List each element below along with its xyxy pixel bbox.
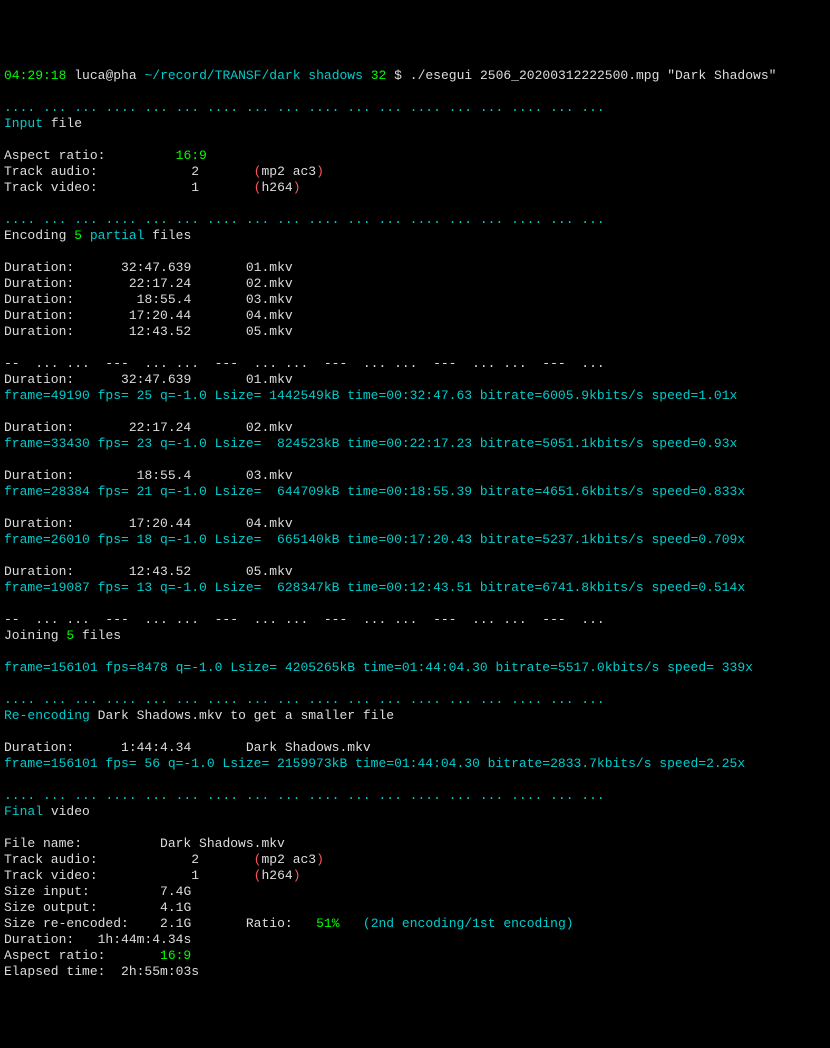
section-encoding: Encoding 5 partial files (4, 228, 191, 243)
section-input: Input file (4, 116, 82, 131)
final-track-audio: Track audio: 2 (mp2 ac3) (4, 852, 324, 867)
ffmpeg-reenc-stat: frame=156101 fps= 56 q=-1.0 Lsize= 21599… (4, 756, 745, 771)
ffmpeg-stat: frame=28384 fps= 21 q=-1.0 Lsize= 644709… (4, 484, 745, 499)
separator-dots: .... ... ... .... ... ... .... ... ... .… (4, 100, 605, 115)
prompt-num: 32 (371, 68, 387, 83)
ffmpeg-stat: frame=19087 fps= 13 q=-1.0 Lsize= 628347… (4, 580, 745, 595)
prompt-cmd: ./esegui 2506_20200312222500.mpg "Dark S… (410, 68, 777, 83)
prompt-dollar: $ (394, 68, 402, 83)
section-reencoding: Re-encoding Dark Shadows.mkv to get a sm… (4, 708, 394, 723)
section-joining: Joining 5 files (4, 628, 121, 643)
dash-separator: -- ... ... --- ... ... --- ... ... --- .… (4, 612, 605, 627)
prompt-time: 04:29:18 (4, 68, 66, 83)
ffmpeg-stat: frame=26010 fps= 18 q=-1.0 Lsize= 665140… (4, 532, 745, 547)
reenc-duration: Duration: 1:44:4.34 Dark Shadows.mkv (4, 740, 371, 755)
duration-row: Duration: 22:17.24 02.mkv (4, 276, 293, 291)
final-size-output: Size output: 4.1G (4, 900, 191, 915)
duration-row: Duration: 12:43.52 05.mkv (4, 324, 293, 339)
duration-row: Duration: 18:55.4 03.mkv (4, 292, 293, 307)
final-elapsed: Elapsed time: 2h:55m:03s (4, 964, 199, 979)
aspect-ratio-line: Aspect ratio: 16:9 (4, 148, 207, 163)
final-duration: Duration: 1h:44m:4.34s (4, 932, 191, 947)
ffmpeg-stat: frame=33430 fps= 23 q=-1.0 Lsize= 824523… (4, 436, 737, 451)
final-track-video: Track video: 1 (h264) (4, 868, 301, 883)
duration-row: Duration: 17:20.44 04.mkv (4, 308, 293, 323)
final-filename: File name: Dark Shadows.mkv (4, 836, 285, 851)
progress-block: Duration: 32:47.639 01.mkv (4, 372, 293, 387)
progress-block: Duration: 18:55.4 03.mkv (4, 468, 293, 483)
ffmpeg-stat: frame=49190 fps= 25 q=-1.0 Lsize= 144254… (4, 388, 737, 403)
separator-dots: .... ... ... .... ... ... .... ... ... .… (4, 692, 605, 707)
final-size-input: Size input: 7.4G (4, 884, 191, 899)
prompt-path: ~/record/TRANSF/dark shadows (144, 68, 362, 83)
progress-block: Duration: 17:20.44 04.mkv (4, 516, 293, 531)
ffmpeg-join-stat: frame=156101 fps=8478 q=-1.0 Lsize= 4205… (4, 660, 753, 675)
final-aspect: Aspect ratio: 16:9 (4, 948, 191, 963)
section-final: Final video (4, 804, 90, 819)
prompt-line[interactable]: 04:29:18 luca@pha ~/record/TRANSF/dark s… (4, 68, 776, 83)
separator-dots: .... ... ... .... ... ... .... ... ... .… (4, 788, 605, 803)
track-video-line: Track video: 1 (h264) (4, 180, 301, 195)
track-audio-line: Track audio: 2 (mp2 ac3) (4, 164, 324, 179)
duration-row: Duration: 32:47.639 01.mkv (4, 260, 293, 275)
progress-block: Duration: 22:17.24 02.mkv (4, 420, 293, 435)
separator-dots: .... ... ... .... ... ... .... ... ... .… (4, 212, 605, 227)
dash-separator: -- ... ... --- ... ... --- ... ... --- .… (4, 356, 605, 371)
prompt-user: luca@pha (74, 68, 136, 83)
progress-block: Duration: 12:43.52 05.mkv (4, 564, 293, 579)
final-size-reenc: Size re-encoded: 2.1G Ratio: 51% (2nd en… (4, 916, 574, 931)
